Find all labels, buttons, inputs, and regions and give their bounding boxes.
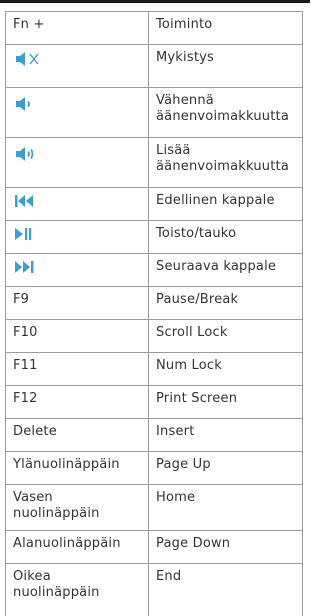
- key-cell: [6, 254, 149, 287]
- table-row: Alanuolinäppäin Page Down: [6, 531, 303, 564]
- function-cell: Page Down: [149, 531, 303, 564]
- table-row: Delete Insert: [6, 419, 303, 452]
- key-cell: [6, 45, 149, 88]
- key-cell: [6, 221, 149, 254]
- mute-icon: [14, 50, 42, 73]
- function-cell: Page Up: [149, 452, 303, 485]
- function-cell: Scroll Lock: [149, 320, 303, 353]
- key-cell: F9: [6, 287, 149, 320]
- key-cell: Vasen nuolinäppäin: [6, 485, 149, 531]
- table-row: F9 Pause/Break: [6, 287, 303, 320]
- key-cell: [6, 188, 149, 221]
- function-cell: Pause/Break: [149, 287, 303, 320]
- key-cell: Oikea nuolinäppäin: [6, 564, 149, 616]
- top-rule: [0, 0, 310, 3]
- volume-down-icon: [14, 93, 42, 120]
- play-pause-icon: [14, 226, 42, 247]
- function-cell: Seuraava kappale: [149, 254, 303, 287]
- function-cell: Print Screen: [149, 386, 303, 419]
- table-row: Toisto/tauko: [6, 221, 303, 254]
- table-header-row: Fn + Toiminto: [6, 12, 303, 45]
- next-track-icon: [14, 259, 42, 280]
- table-row: Vasen nuolinäppäin Home: [6, 485, 303, 531]
- function-cell: Insert: [149, 419, 303, 452]
- key-cell: Delete: [6, 419, 149, 452]
- previous-track-icon: [14, 193, 42, 214]
- table-row: F10 Scroll Lock: [6, 320, 303, 353]
- key-cell: F12: [6, 386, 149, 419]
- table-row: F12 Print Screen: [6, 386, 303, 419]
- key-cell: F11: [6, 353, 149, 386]
- table-row: Ylänuolinäppäin Page Up: [6, 452, 303, 485]
- function-cell: End: [149, 564, 303, 616]
- header-key-cell: Fn +: [6, 12, 149, 45]
- key-cell: [6, 88, 149, 138]
- key-cell: Ylänuolinäppäin: [6, 452, 149, 485]
- fn-key-table: Fn + Toiminto Mykistys: [5, 11, 303, 616]
- function-cell: Mykistys: [149, 45, 303, 88]
- function-cell: Num Lock: [149, 353, 303, 386]
- header-function-cell: Toiminto: [149, 12, 303, 45]
- function-cell: Lisää äänenvoimakkuutta: [149, 138, 303, 188]
- function-cell: Edellinen kappale: [149, 188, 303, 221]
- function-cell: Vähennä äänenvoimakkuutta: [149, 88, 303, 138]
- volume-up-icon: [14, 143, 42, 170]
- function-cell: Home: [149, 485, 303, 531]
- table-row: Edellinen kappale: [6, 188, 303, 221]
- table-row: Seuraava kappale: [6, 254, 303, 287]
- table-row: Mykistys: [6, 45, 303, 88]
- table-row: F11 Num Lock: [6, 353, 303, 386]
- table-row: Vähennä äänenvoimakkuutta: [6, 88, 303, 138]
- function-cell: Toisto/tauko: [149, 221, 303, 254]
- key-cell: [6, 138, 149, 188]
- table-row: Lisää äänenvoimakkuutta: [6, 138, 303, 188]
- table-row: Oikea nuolinäppäin End: [6, 564, 303, 616]
- key-cell: F10: [6, 320, 149, 353]
- key-cell: Alanuolinäppäin: [6, 531, 149, 564]
